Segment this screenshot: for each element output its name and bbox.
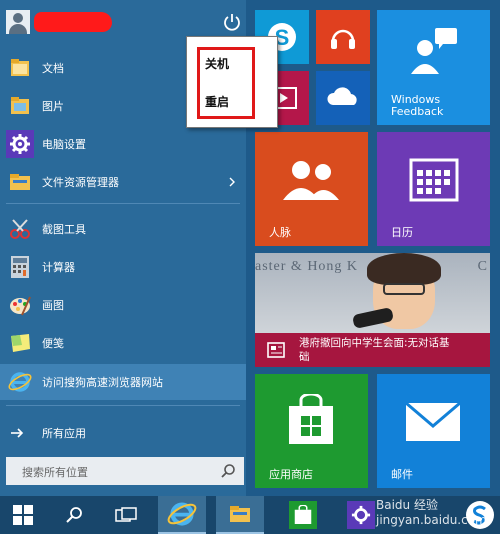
task-view-icon (115, 507, 137, 522)
taskbar-ie[interactable] (158, 496, 206, 534)
start-button[interactable] (0, 496, 46, 534)
paint-icon (6, 291, 34, 319)
tile-store[interactable]: 应用商店 (255, 374, 368, 488)
people-icon (283, 161, 339, 200)
tile-news[interactable]: aster & Hong K C 港府撤回向中学生会面:无对话基础 (255, 253, 490, 367)
start-item-label: 截图工具 (42, 223, 86, 236)
ie-icon (167, 502, 197, 526)
tile-onedrive[interactable] (316, 71, 370, 125)
sticky-note-icon (6, 329, 34, 357)
store-bag-icon (289, 501, 317, 529)
people-tile-label: 人脉 (269, 226, 291, 239)
taskbar: Baidu 经验 jingyan.baidu.com (0, 496, 500, 534)
calculator-icon (6, 253, 34, 281)
news-person-glasses (383, 283, 425, 295)
cloud-icon (327, 87, 357, 105)
start-item-label: 电脑设置 (42, 138, 86, 151)
start-item-calculator[interactable]: 计算器 (0, 249, 246, 285)
tile-mail[interactable]: 邮件 (377, 374, 490, 488)
tile-calendar[interactable]: 日历 (377, 132, 490, 246)
divider (6, 405, 240, 406)
store-bag-icon (289, 394, 333, 444)
file-explorer-icon (230, 506, 250, 522)
feedback-person-icon (411, 28, 457, 74)
news-headline: 港府撤回向中学生会面:无对话基础 (299, 337, 450, 363)
scissors-icon (6, 215, 34, 243)
folder-icon (6, 92, 34, 120)
start-item-paint[interactable]: 画图 (0, 287, 246, 323)
news-caption-bar: 港府撤回向中学生会面:无对话基础 (255, 333, 490, 367)
news-backdrop-text-right: C (477, 259, 488, 274)
start-item-label: 访问搜狗高速浏览器网站 (42, 376, 163, 389)
taskbar-store[interactable] (280, 496, 326, 534)
power-options-menu: 关机 重启 (186, 36, 278, 128)
mail-tile-label: 邮件 (391, 468, 413, 481)
tile-windows-feedback[interactable]: Windows Feedback (377, 10, 490, 125)
start-item-sticky-notes[interactable]: 便笺 (0, 325, 246, 361)
mail-envelope-icon (405, 402, 461, 441)
divider (6, 203, 240, 204)
news-photo: aster & Hong K C (255, 253, 490, 333)
all-apps-label: 所有应用 (42, 427, 86, 440)
taskbar-search-button[interactable] (56, 496, 92, 534)
news-icon (267, 342, 285, 358)
store-tile-label: 应用商店 (269, 468, 313, 481)
search-placeholder: 搜索所有位置 (22, 466, 88, 479)
search-box[interactable]: 搜索所有位置 (6, 457, 244, 485)
baidu-watermark: Baidu 经验 jingyan.baidu.com (376, 498, 487, 527)
taskbar-file-explorer[interactable] (216, 496, 264, 534)
news-person-hair (367, 253, 441, 285)
start-item-label: 便笺 (42, 337, 64, 350)
news-backdrop-text: aster & Hong K (255, 259, 359, 274)
start-item-label: 文件资源管理器 (42, 176, 119, 189)
start-item-label: 文档 (42, 62, 64, 75)
shutdown-option[interactable]: 关机 (205, 55, 229, 72)
power-icon[interactable] (222, 12, 242, 32)
feedback-tile-label: Windows Feedback (391, 93, 444, 118)
chevron-right-icon[interactable] (228, 177, 236, 187)
start-item-snipping-tool[interactable]: 截图工具 (0, 211, 246, 247)
gear-icon (6, 130, 34, 158)
tile-music[interactable] (316, 10, 370, 64)
calendar-tile-label: 日历 (391, 226, 413, 239)
arrow-right-icon (11, 428, 24, 438)
windows-logo-icon (13, 505, 33, 525)
start-item-label: 画图 (42, 299, 64, 312)
start-item-pc-settings[interactable]: 电脑设置 (0, 126, 246, 162)
start-item-sogou-browser[interactable]: 访问搜狗高速浏览器网站 (0, 364, 246, 400)
search-icon[interactable] (220, 463, 236, 479)
folder-icon (6, 54, 34, 82)
calendar-icon (409, 158, 459, 202)
search-icon (66, 507, 82, 523)
start-item-file-explorer[interactable]: 文件资源管理器 (0, 164, 246, 200)
start-item-label: 图片 (42, 100, 64, 113)
ie-icon (6, 368, 34, 396)
redacted-username (34, 12, 112, 32)
start-item-label: 计算器 (42, 261, 75, 274)
file-explorer-icon (6, 168, 34, 196)
restart-option[interactable]: 重启 (205, 93, 229, 110)
tile-people[interactable]: 人脉 (255, 132, 368, 246)
task-view-button[interactable] (108, 496, 144, 534)
user-avatar[interactable] (6, 10, 30, 34)
gear-icon (347, 501, 375, 529)
all-apps-button[interactable]: 所有应用 (0, 415, 246, 451)
headphones-icon (331, 29, 355, 49)
